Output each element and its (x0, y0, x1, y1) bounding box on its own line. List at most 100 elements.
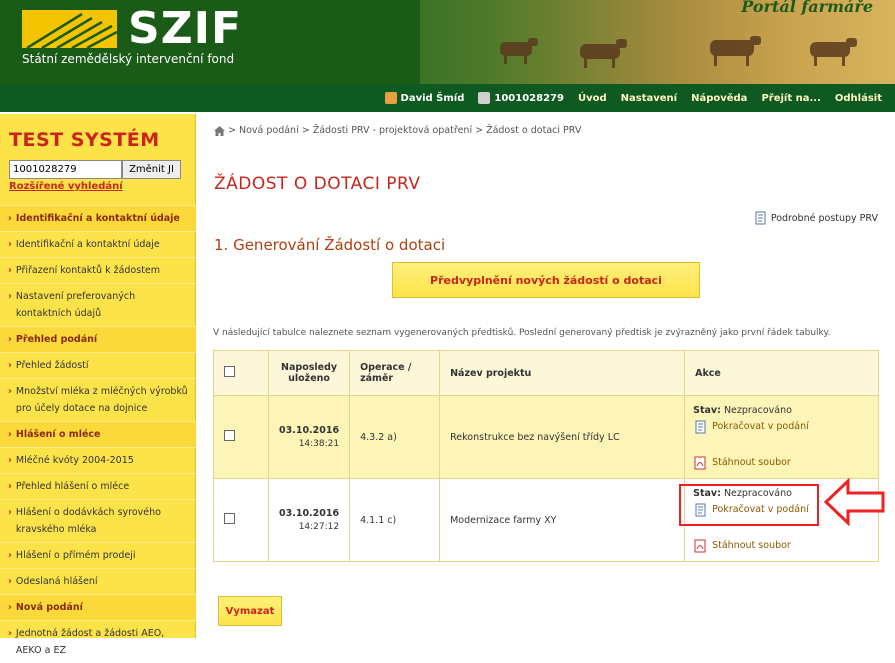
breadcrumb-current: Žádost o dotaci PRV (486, 125, 582, 136)
continue-action[interactable]: Pokračovat v podání (693, 420, 878, 434)
portal-title: Portál farmáře (741, 0, 873, 16)
menu-item-mlecne-kvoty[interactable]: › Mléčné kvóty 2004-2015 (0, 447, 196, 473)
menu-label: Přehled žádostí (15, 360, 89, 371)
menu-item-prehled-zadosti[interactable]: › Přehled žádostí (0, 352, 196, 378)
continue-link[interactable]: Pokračovat v podání (712, 421, 809, 432)
breadcrumb-nova-podani[interactable]: Nová podání (239, 125, 299, 136)
select-all-checkbox[interactable] (224, 366, 235, 377)
breadcrumb-separator: > (301, 125, 310, 136)
section-title: 1. Generování Žádostí o dotaci (214, 236, 446, 254)
saved-date: 03.10.2016 (279, 508, 340, 519)
change-ji-button[interactable]: Změnit JI (122, 160, 181, 179)
header-project: Název projektu (439, 350, 686, 396)
menu-label: Nastavení preferovaných kontaktních údaj… (15, 291, 136, 319)
system-title: TEST SYSTÉM (9, 129, 160, 151)
logo-area[interactable]: SZIF Státní zemědělský intervenční fond (0, 0, 420, 84)
menu-label: Mléčné kvóty 2004-2015 (15, 455, 134, 466)
menu-label: Identifikační a kontaktní údaje (15, 213, 180, 224)
menu-item-jednotna-zadost[interactable]: › Jednotná žádost a žádosti AEO, AEKO a E… (0, 620, 196, 663)
menu-item-odeslana-hlaseni[interactable]: › Odeslaná hlášení (0, 568, 196, 594)
applications-table: Naposledy uloženo Operace / záměr Název … (213, 350, 879, 562)
ji-search-input[interactable] (9, 160, 122, 179)
chevron-right-icon: › (8, 507, 12, 518)
home-icon[interactable] (214, 125, 225, 136)
operation-cell: 4.1.1 c) (349, 478, 441, 562)
chevron-right-icon: › (8, 334, 12, 345)
row-select-cell (213, 478, 269, 562)
saved-cell: 03.10.2016 14:27:12 (267, 478, 351, 562)
pdf-icon (694, 539, 706, 552)
chevron-right-icon: › (8, 386, 12, 397)
menu-section-hlaseni-o-mlece[interactable]: › Hlášení o mléce (0, 421, 196, 447)
help-link[interactable]: Podrobné postupy PRV (753, 211, 878, 225)
menu-label: Hlášení o přímém prodeji (15, 550, 136, 561)
header-saved: Naposledy uloženo (267, 350, 351, 396)
nav-odhlasit[interactable]: Odhlásit (828, 93, 889, 104)
menu-item-preferovane-kontakty[interactable]: › Nastavení preferovaných kontaktních úda… (0, 283, 196, 326)
status: Stav: Nezpracováno (693, 405, 878, 416)
page-title: ŽÁDOST O DOTACI PRV (214, 174, 421, 194)
download-action[interactable]: Stáhnout soubor (693, 539, 878, 553)
saved-time: 14:27:12 (298, 522, 340, 532)
saved-date: 03.10.2016 (279, 425, 340, 436)
info-text: V následující tabulce naleznete seznam v… (213, 328, 831, 338)
breadcrumb-zadosti-prv[interactable]: Žádosti PRV - projektová opatření (313, 125, 472, 136)
chevron-right-icon: › (8, 576, 12, 587)
project-cell: Modernizace farmy XY (439, 478, 686, 562)
breadcrumb-separator: > (228, 125, 236, 136)
menu-section-nova-podani[interactable]: › Nová podání (0, 594, 196, 620)
menu-label: Přiřazení kontaktů k žádostem (15, 265, 161, 276)
saved-cell: 03.10.2016 14:38:21 (267, 395, 351, 479)
menu-item-identifikacni-udaje[interactable]: › Identifikační a kontaktní údaje (0, 231, 196, 257)
nav-uvod[interactable]: Úvod (571, 93, 614, 104)
prefill-applications-button[interactable]: Předvyplnění nových žádostí o dotaci (392, 262, 700, 298)
menu-label: Odeslaná hlášení (15, 576, 98, 587)
main-content: > Nová podání > Žádosti PRV - projektová… (196, 114, 895, 638)
select-all-header (213, 350, 269, 396)
sidebar-menu: › Identifikační a kontaktní údaje › Identi… (0, 205, 196, 663)
continue-icon (695, 420, 706, 433)
download-link[interactable]: Stáhnout soubor (712, 457, 791, 468)
document-icon (755, 211, 766, 225)
nav-nastaveni[interactable]: Nastavení (614, 93, 684, 104)
row-checkbox[interactable] (224, 513, 235, 524)
nav-user[interactable]: David Šmíd (378, 92, 472, 104)
advanced-search-link[interactable]: Rozšířené vyhledání (9, 181, 123, 192)
arrow-left-icon (824, 478, 885, 526)
help-link-label[interactable]: Podrobné postupy PRV (771, 213, 878, 224)
menu-item-prehled-hlaseni[interactable]: › Přehled hlášení o mléce (0, 473, 196, 499)
chevron-right-icon: › (8, 550, 12, 561)
logo-text: SZIF (128, 3, 243, 54)
header-operation: Operace / záměr (349, 350, 441, 396)
szif-logo-icon (22, 10, 117, 48)
status-label: Stav: (693, 404, 721, 416)
menu-section-identifikace[interactable]: › Identifikační a kontaktní údaje (0, 205, 196, 231)
chevron-right-icon: › (8, 481, 12, 492)
chevron-right-icon: › (8, 602, 12, 613)
top-navbar: David Šmíd 1001028279 Úvod Nastavení Náp… (0, 84, 895, 112)
menu-item-mnozstvi-mleka[interactable]: › Množství mléka z mléčných výrobků pro ú… (0, 378, 196, 421)
highlight-box (679, 484, 819, 526)
chevron-right-icon: › (8, 628, 12, 639)
banner: SZIF Státní zemědělský intervenční fond … (0, 0, 895, 84)
chevron-right-icon: › (8, 265, 12, 276)
menu-item-prirazeni-kontaktu[interactable]: › Přiřazení kontaktů k žádostem (0, 257, 196, 283)
breadcrumb: > Nová podání > Žádosti PRV - projektová… (214, 125, 581, 136)
row-select-cell (213, 395, 269, 479)
chevron-right-icon: › (8, 239, 12, 250)
menu-label: Identifikační a kontaktní údaje (15, 239, 160, 250)
nav-napoveda[interactable]: Nápověda (684, 93, 754, 104)
breadcrumb-separator: > (475, 125, 484, 136)
delete-button[interactable]: Vymazat (218, 596, 282, 626)
header-actions: Akce (684, 350, 879, 396)
menu-section-prehled-podani[interactable]: › Přehled podání (0, 326, 196, 352)
nav-ji[interactable]: 1001028279 (471, 92, 571, 104)
nav-prejit-na[interactable]: Přejít na... (754, 93, 827, 104)
row-checkbox[interactable] (224, 430, 235, 441)
download-action[interactable]: Stáhnout soubor (693, 456, 878, 470)
nav-user-label: David Šmíd (400, 92, 465, 104)
menu-item-hlaseni-primy-prodej[interactable]: › Hlášení o přímém prodeji (0, 542, 196, 568)
download-link[interactable]: Stáhnout soubor (712, 540, 791, 551)
project-cell: Rekonstrukce bez navýšení třídy LC (439, 395, 686, 479)
menu-item-hlaseni-dodavky[interactable]: › Hlášení o dodávkách syrového kravského … (0, 499, 196, 542)
